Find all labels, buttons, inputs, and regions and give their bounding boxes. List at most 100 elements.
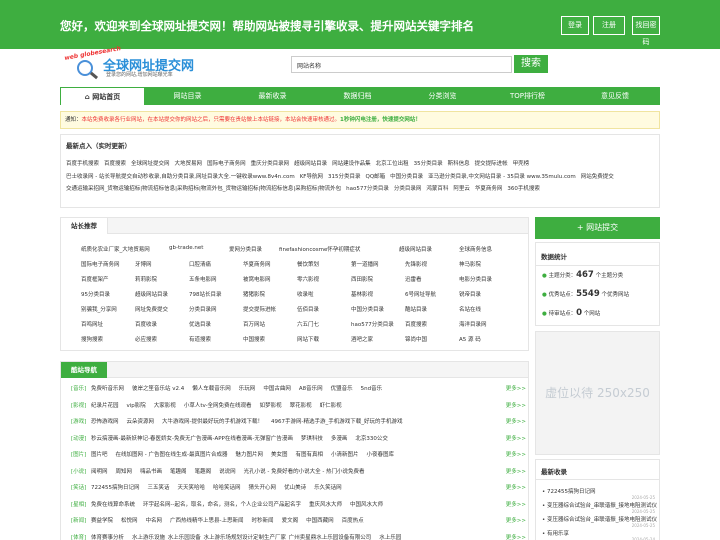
recommend-link[interactable]: 牙博网 (135, 260, 187, 268)
recommend-link[interactable]: gb-trade.net (169, 245, 227, 251)
category-label[interactable]: [图片] (71, 448, 91, 462)
recommend-link[interactable]: 酒吧之家 (351, 335, 403, 343)
category-link[interactable]: 赛益学院 (91, 514, 113, 528)
category-link[interactable]: 中国古曲网 (263, 382, 291, 396)
category-link[interactable]: 梦琪科技 (301, 432, 323, 446)
recommend-link[interactable]: 锐帝目录 (459, 290, 511, 298)
nav-archive[interactable]: 数据归档 (315, 87, 400, 105)
more-link[interactable]: 更多>> (501, 514, 526, 528)
recommend-link[interactable]: 百鸣网址 (81, 320, 133, 328)
recent-link[interactable]: 巴士收录网 - 站长导航提交自动秒收录,自助分类目录,网址目录大全.一键收录ww… (66, 174, 295, 180)
category-link[interactable]: 哈哈笑话网 (213, 481, 241, 495)
category-link[interactable]: 大家影视 (154, 399, 176, 413)
nav-latest[interactable]: 最新收录 (230, 87, 315, 105)
recent-link[interactable]: 甲壳榜 (513, 161, 530, 167)
nav-top[interactable]: TOP排行榜 (485, 87, 570, 105)
category-link[interactable]: 有图有真相 (296, 448, 324, 462)
category-link[interactable]: 说说网 (219, 465, 236, 479)
more-link[interactable]: 更多>> (501, 448, 526, 462)
category-link[interactable]: vip影院 (127, 399, 146, 413)
recent-link[interactable]: hao577分类目录 (346, 186, 389, 192)
recent-link[interactable]: 百度手机搜索 (66, 161, 99, 167)
category-label[interactable]: [笑话] (71, 481, 91, 495)
category-link[interactable]: 北京330公交 (355, 432, 388, 446)
recent-link[interactable]: 斯科信息 (448, 161, 470, 167)
recommend-link[interactable]: 猪猪影院 (243, 290, 295, 298)
recommend-link[interactable]: 餐饮策划 (297, 260, 349, 268)
category-link[interactable]: 图片吧 (91, 448, 108, 462)
category-link[interactable]: 大牛游戏网-提供最好玩的手机游戏下载！ (162, 415, 263, 429)
search-button[interactable]: 搜索 (514, 55, 548, 73)
recent-link[interactable]: 网站建设作品集 (332, 161, 371, 167)
category-link[interactable]: 小清新图片 (331, 448, 359, 462)
category-link[interactable]: 虾仁影视 (320, 399, 342, 413)
category-link[interactable]: 懒人车载音乐网 (192, 382, 231, 396)
category-link[interactable]: 优盟音乐 (331, 382, 353, 396)
recent-link[interactable]: 华夏商务网 (475, 186, 503, 192)
recommend-link[interactable]: 中国搜索 (243, 335, 295, 343)
category-link[interactable]: 云朵资源网 (127, 415, 155, 429)
more-link[interactable]: 更多>> (501, 464, 526, 479)
recommend-link[interactable]: 百度搜索 (405, 320, 457, 328)
nav-feedback[interactable]: 意见反馈 (570, 87, 660, 105)
category-label[interactable]: [音乐] (71, 382, 91, 396)
recommend-link[interactable]: 798站长目录 (189, 290, 241, 298)
recommend-link[interactable]: 网站下载 (297, 335, 349, 343)
category-link[interactable]: 翠花影视 (290, 399, 312, 413)
latest-item[interactable]: • 有用乐享 (542, 529, 657, 537)
recommend-link[interactable]: 电影分类目录 (459, 275, 511, 283)
recommend-link[interactable]: 中国分类目录 (351, 305, 403, 313)
recommend-link[interactable]: 收录啦 (297, 290, 349, 298)
category-link[interactable]: 笔趣阁 (170, 465, 187, 479)
nav-home[interactable]: ⌂ 网站首页 (60, 87, 145, 105)
recommend-link[interactable]: 超级网站目录 (399, 245, 457, 253)
recommend-link[interactable]: 搜狗搜索 (81, 335, 133, 343)
recommend-link[interactable]: 提交提际进帐 (243, 305, 295, 313)
recommend-link[interactable]: 全球商务信息 (459, 245, 523, 253)
category-link[interactable]: 中国风水大师 (350, 498, 383, 512)
recommend-link[interactable]: 百万网站 (243, 320, 295, 328)
category-link[interactable]: 722455搞狗日记网 (91, 481, 140, 495)
category-link[interactable]: 在线加图网 - 广告图在线生成-最真图片合成器 (116, 448, 228, 462)
category-link[interactable]: 优山美诗 (284, 481, 306, 495)
recommend-link[interactable]: 华夏商务网 (243, 260, 295, 268)
recent-link[interactable]: KF导航网 (300, 174, 323, 180)
category-link[interactable]: 周知网 (116, 465, 133, 479)
login-button[interactable]: 登录 (561, 16, 589, 35)
category-link[interactable]: 猜头开心网 (249, 481, 277, 495)
category-link[interactable]: 彼岸之笙音乐站 v2.4 (132, 382, 184, 396)
site-logo[interactable]: web globesearch 全球网址提交网 登录您的网站,增加网站曝光率 (60, 45, 200, 86)
more-link[interactable]: 更多>> (501, 481, 526, 495)
recommend-link[interactable]: 百度框架产 (81, 275, 133, 283)
recent-link[interactable]: 北京工位出租 (376, 161, 409, 167)
recommend-link[interactable]: 酷站目录 (405, 305, 457, 313)
recent-link[interactable]: 国际电子商务网 (207, 161, 246, 167)
recent-link[interactable]: 中国分类目录 (390, 174, 423, 180)
category-link[interactable]: 中名网 (146, 514, 163, 528)
category-link[interactable]: 小夜春图库 (367, 448, 395, 462)
notice-register-link[interactable]: 1秒钟闪电注册，快速提交网站！ (340, 117, 421, 123)
recommend-link[interactable]: 伍佰目录 (297, 305, 349, 313)
recent-link[interactable]: QQ邮箱 (365, 174, 385, 180)
search-input[interactable] (330, 58, 506, 71)
recommend-link[interactable]: 有道搜索 (189, 335, 241, 343)
recent-link[interactable]: 全球网址提交网 (131, 161, 170, 167)
recommend-link[interactable]: 超级网站目录 (135, 290, 187, 298)
category-link[interactable]: 重庆风水大师 (309, 498, 342, 512)
recent-link[interactable]: 提交提际进帐 (475, 161, 508, 167)
recommend-link[interactable]: 五条电影网 (189, 275, 241, 283)
category-link[interactable]: 恐怖游戏网 (91, 415, 119, 429)
recommend-link[interactable]: 纸质化农业厂家_大地贸易网 (81, 245, 167, 253)
recommend-link[interactable]: 莉莉影院 (135, 275, 187, 283)
recommend-link[interactable]: 口腔清痛 (189, 260, 241, 268)
recommend-link[interactable]: 零六影视 (297, 275, 349, 283)
category-link[interactable]: 免费在线算命系统 (91, 498, 135, 512)
recommend-link[interactable]: 六五门七 (297, 320, 349, 328)
recent-link[interactable]: 大地贸易网 (175, 161, 203, 167)
recommend-link[interactable]: 锦尚中国 (405, 335, 457, 343)
recent-link[interactable]: 分类目录网 (394, 186, 422, 192)
more-link[interactable]: 更多>> (501, 431, 526, 446)
register-button[interactable]: 注册 (593, 16, 625, 35)
recommend-link[interactable]: 国际电子商务网 (81, 260, 133, 268)
more-link[interactable]: 更多>> (501, 398, 526, 413)
